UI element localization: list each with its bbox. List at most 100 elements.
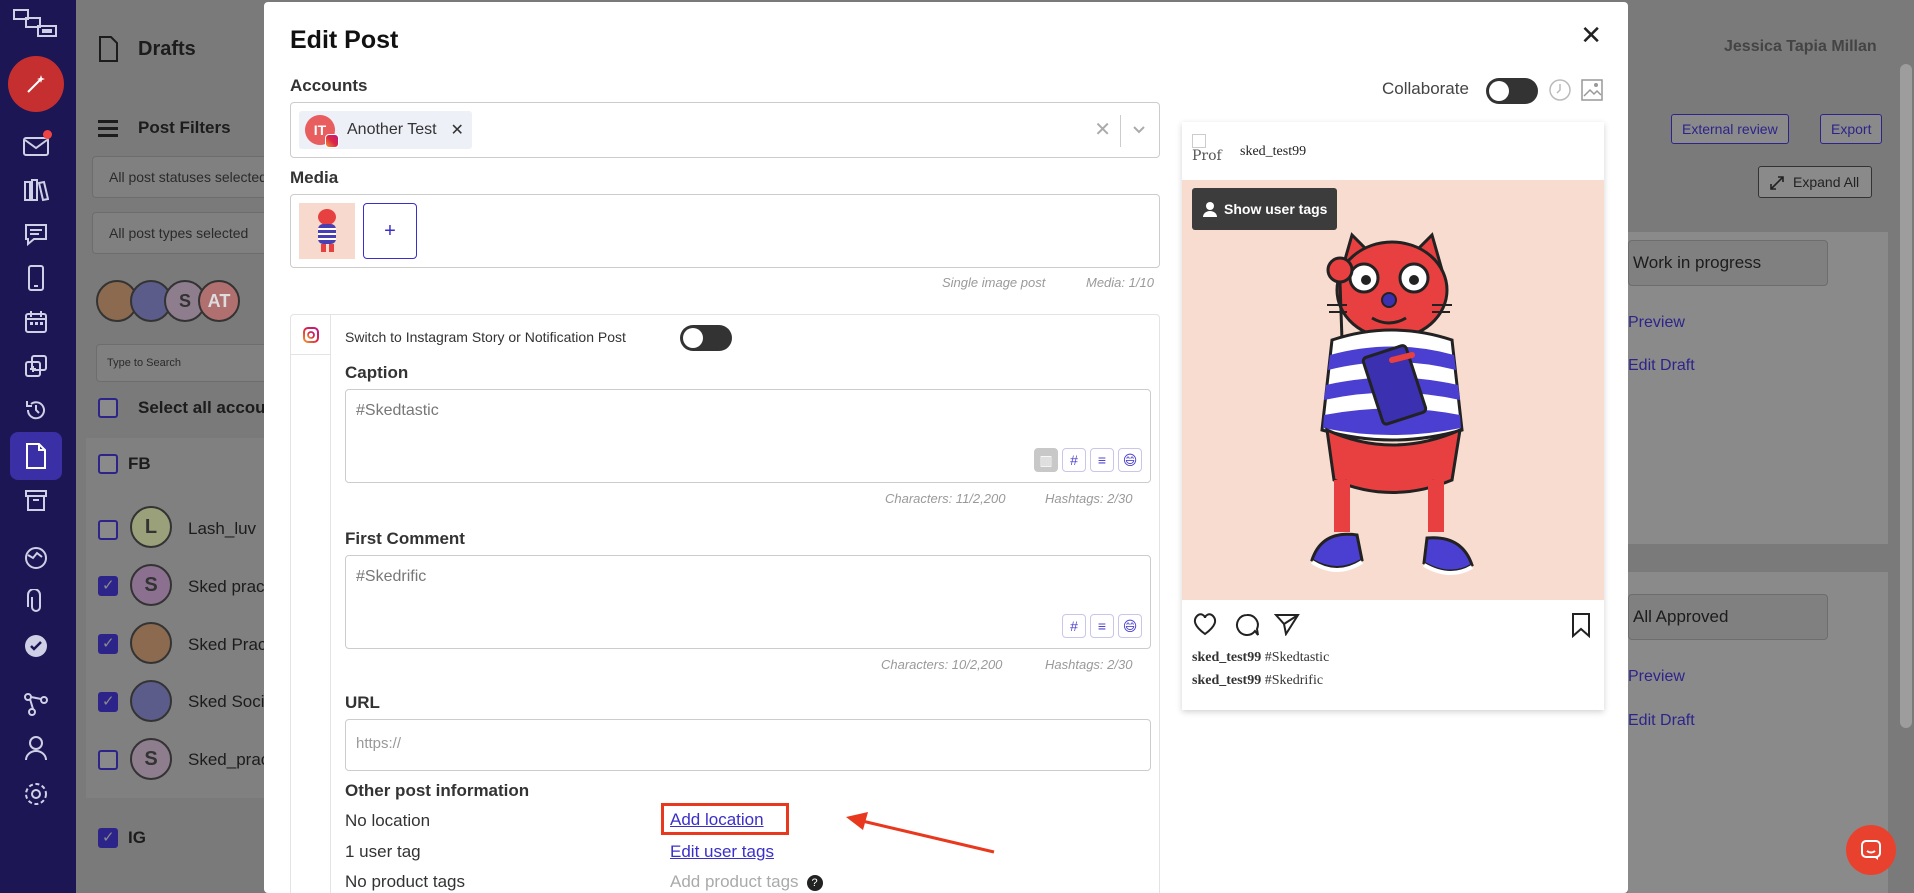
status-select-2[interactable]: All Approved <box>1628 594 1828 640</box>
nav-settings-icon[interactable] <box>22 780 50 808</box>
account-checkbox-sked-practice-2[interactable] <box>98 634 118 654</box>
account-checkbox-sked-practice-3[interactable] <box>98 750 118 770</box>
divider <box>1120 115 1121 147</box>
fb-group-checkbox[interactable] <box>98 454 118 474</box>
first-comment-input[interactable]: #Skedrific # ≡ 😄 <box>345 555 1151 649</box>
accounts-select[interactable]: IT Another Test ✕ ✕ <box>290 102 1160 158</box>
edit-post-modal: Edit Post ✕ Accounts IT Another Test ✕ ✕… <box>264 2 1628 893</box>
nav-mobile-icon[interactable] <box>22 264 50 292</box>
broken-avatar-icon <box>1192 134 1206 148</box>
account-checkbox-sked-practice[interactable] <box>98 576 118 596</box>
nav-history-icon[interactable] <box>22 396 50 424</box>
url-input[interactable]: https:// <box>345 719 1151 771</box>
cat-illustration-icon <box>1310 232 1474 575</box>
saved-captions-icon[interactable]: ≡ <box>1090 614 1114 638</box>
avatar: S <box>130 564 172 606</box>
edit-draft-link-1[interactable]: Edit Draft <box>1628 357 1695 375</box>
ig-group-checkbox[interactable] <box>98 828 118 848</box>
nav-calendar-icon[interactable] <box>22 308 50 336</box>
media-thumbnail[interactable] <box>299 203 355 259</box>
type-filter-select[interactable]: All post types selected <box>92 212 272 254</box>
scrollbar-thumb[interactable] <box>1900 64 1912 728</box>
nav-analytics-icon[interactable] <box>22 544 50 572</box>
preview-link-2[interactable]: Preview <box>1628 668 1685 686</box>
compose-button[interactable] <box>8 56 64 112</box>
add-media-button[interactable]: + <box>363 203 417 259</box>
media-type-hint: Single image post <box>942 275 1046 290</box>
first-comment-value: #Skedrific <box>356 568 427 585</box>
edit-draft-link-2[interactable]: Edit Draft <box>1628 712 1695 730</box>
account-search-input[interactable]: Type to Search <box>96 344 272 382</box>
nav-network-icon[interactable] <box>22 690 50 718</box>
preview-actions <box>1182 608 1604 644</box>
nav-user-icon[interactable] <box>22 734 50 762</box>
export-button[interactable]: Export <box>1820 114 1883 144</box>
preview-image: Show user tags <box>1182 180 1604 600</box>
library-icon[interactable]: ▥ <box>1034 448 1058 472</box>
avatar: S <box>130 738 172 780</box>
caption-label: Caption <box>345 363 409 382</box>
help-icon[interactable]: ? <box>806 874 823 891</box>
story-toggle[interactable] <box>680 325 732 351</box>
cat-thumbnail-icon <box>318 209 336 252</box>
account-checkbox-lash[interactable] <box>98 520 118 540</box>
caption-value: #Skedtastic <box>356 402 439 419</box>
expand-all-button[interactable]: Expand All <box>1758 166 1873 198</box>
product-tag-status: No product tags <box>345 872 466 891</box>
avatar <box>130 680 172 722</box>
first-comment-label: First Comment <box>345 529 465 548</box>
remove-account-icon[interactable]: ✕ <box>451 120 464 140</box>
nav-archive-icon[interactable] <box>22 486 50 514</box>
saved-captions-icon[interactable]: ≡ <box>1090 448 1114 472</box>
chevron-down-icon[interactable] <box>1129 119 1149 139</box>
hashtag-icon[interactable]: # <box>1062 614 1086 638</box>
preview-link-1[interactable]: Preview <box>1628 314 1685 332</box>
heart-icon <box>1193 613 1217 636</box>
nav-drafts-icon[interactable] <box>10 432 62 480</box>
nav-inbox-icon[interactable] <box>22 130 52 160</box>
status-select-1[interactable]: Work in progress <box>1628 240 1828 286</box>
nav-library-icon[interactable] <box>22 176 50 204</box>
url-label: URL <box>345 693 380 712</box>
preview-caption: sked_test99 #Skedtastic <box>1192 650 1330 665</box>
hamburger-icon[interactable] <box>98 120 118 137</box>
collaborate-label: Collaborate <box>1382 79 1469 98</box>
show-user-tags-button[interactable]: Show user tags <box>1192 188 1338 230</box>
instagram-tab[interactable] <box>291 315 331 355</box>
account-chip-name: Another Test <box>347 121 437 138</box>
magic-wand-icon <box>27 75 45 93</box>
post-filters-label: Post Filters <box>138 118 231 137</box>
status-filter-select[interactable]: All post statuses selected <box>92 156 272 198</box>
nav-comments-icon[interactable] <box>22 220 50 248</box>
nav-bulk-icon[interactable] <box>22 352 50 380</box>
story-switch-label: Switch to Instagram Story or Notificatio… <box>345 329 626 345</box>
emoji-icon[interactable]: 😄 <box>1118 448 1142 472</box>
chat-support-button[interactable] <box>1846 825 1896 875</box>
nav-link-icon[interactable] <box>22 588 50 616</box>
collaborate-toggle[interactable] <box>1486 78 1538 104</box>
add-location-link[interactable]: Add location <box>670 810 764 830</box>
user-icon <box>1203 202 1217 217</box>
account-avatars-row: S AT <box>96 280 264 328</box>
account-checkbox-sked-social[interactable] <box>98 692 118 712</box>
hashtag-icon[interactable]: # <box>1062 448 1086 472</box>
nav-approve-icon[interactable] <box>22 632 50 660</box>
external-review-button[interactable]: External review <box>1671 114 1789 144</box>
edit-user-tags-link[interactable]: Edit user tags <box>670 842 774 862</box>
sked-logo-icon[interactable] <box>12 8 62 42</box>
expand-icon <box>1770 176 1784 190</box>
user-name[interactable]: Jessica Tapia Millan <box>1724 38 1877 56</box>
clear-accounts-icon[interactable]: ✕ <box>1094 117 1111 142</box>
media-count-hint: Media: 1/10 <box>1086 275 1154 290</box>
comment-char-count: Characters: 10/2,200 <box>881 657 1003 672</box>
preview-first-comment: sked_test99 #Skedrific <box>1192 673 1324 688</box>
clock-icon[interactable] <box>1548 78 1572 102</box>
account-chip: IT Another Test ✕ <box>299 111 472 149</box>
instagram-badge-icon <box>325 134 339 148</box>
close-icon[interactable]: ✕ <box>1580 20 1602 51</box>
select-all-checkbox[interactable] <box>98 398 118 418</box>
image-icon[interactable] <box>1580 78 1604 102</box>
annotation-arrow-icon <box>846 812 995 854</box>
emoji-icon[interactable]: 😄 <box>1118 614 1142 638</box>
caption-input[interactable]: #Skedtastic ▥ # ≡ 😄 <box>345 389 1151 483</box>
